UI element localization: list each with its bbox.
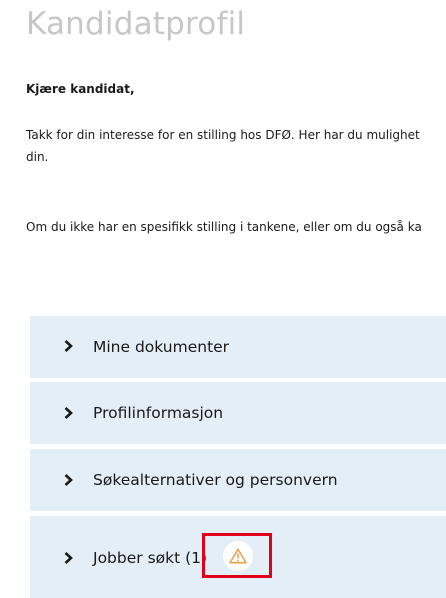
accordion-mine-dokumenter[interactable]: Mine dokumenter <box>30 316 446 378</box>
page-title: Kandidatprofil <box>26 6 246 42</box>
accordion-label: Søkealternativer og personvern <box>93 471 338 489</box>
accordion-label: Mine dokumenter <box>93 338 230 356</box>
accordion-label: Profilinformasjon <box>93 404 224 422</box>
accordion-sokealternativer-personvern[interactable]: Søkealternativer og personvern <box>30 449 446 511</box>
chevron-right-icon <box>64 474 73 489</box>
warning-triangle-icon[interactable] <box>223 541 253 571</box>
intro-text-line2: din. <box>26 150 49 164</box>
intro-text-paragraph2: Om du ikke har en spesifikk stilling i t… <box>26 220 422 234</box>
accordion-profilinformasjon[interactable]: Profilinformasjon <box>30 382 446 444</box>
chevron-right-icon <box>64 552 73 567</box>
greeting-text: Kjære kandidat, <box>26 82 135 96</box>
accordion-label: Jobber søkt (1) <box>93 549 208 567</box>
chevron-right-icon <box>64 340 73 355</box>
highlight-box <box>202 533 272 578</box>
intro-text-line1: Takk for din interesse for en stilling h… <box>26 128 420 142</box>
chevron-right-icon <box>64 407 73 422</box>
